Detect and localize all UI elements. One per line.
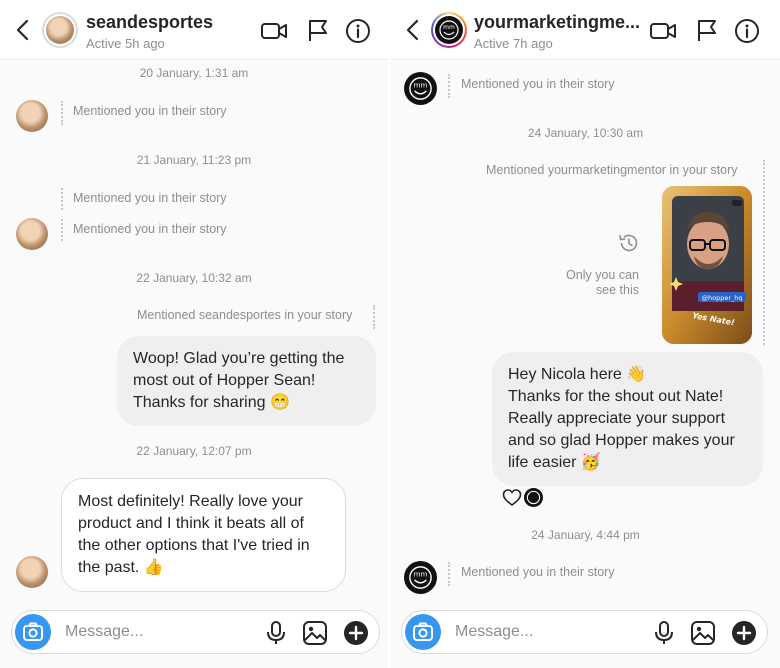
add-icon[interactable]	[731, 620, 757, 646]
timestamp: 20 January, 1:31 am	[139, 66, 249, 80]
gallery-icon[interactable]	[302, 620, 328, 646]
message-line: product and I think it beats all of	[78, 515, 304, 532]
message-line: the other options that I've tried in	[78, 537, 310, 554]
story-thumbnail[interactable]: @hopper_hq Yes Nate!	[662, 186, 752, 344]
avatar	[16, 218, 48, 250]
story-mention-text[interactable]: Mentioned you in their story	[461, 565, 615, 579]
outgoing-story-mention[interactable]: Mentioned seandesportes in your story	[137, 308, 352, 322]
svg-text:mm: mm	[414, 569, 428, 578]
mm-avatar-icon: mm	[404, 561, 437, 594]
info-icon[interactable]	[344, 18, 372, 44]
svg-text:mm: mm	[414, 80, 428, 89]
story-reply-line	[448, 74, 451, 98]
chat-header: mm yourmarketingme... Active 7h ago	[391, 0, 780, 60]
heart-reaction-icon[interactable]	[502, 488, 522, 507]
active-status: Active 7h ago	[474, 36, 553, 51]
private-note: see this	[595, 283, 639, 297]
sent-message-bubble[interactable]: Woop! Glad you’re getting the most out o…	[117, 336, 376, 426]
message-composer: Message...	[401, 610, 768, 654]
story-mention-text[interactable]: Mentioned you in their story	[461, 77, 615, 91]
message-line: the past. 👍	[78, 559, 164, 576]
timestamp: 21 January, 11:23 pm	[136, 153, 252, 167]
camera-icon	[23, 622, 43, 641]
reactor-avatar-icon	[524, 488, 543, 507]
message-line: most out of Hopper Sean!	[133, 372, 316, 389]
camera-icon	[413, 622, 433, 641]
message-line: and so glad Hopper makes your	[508, 432, 735, 449]
mm-logo-icon: mm	[435, 16, 463, 44]
message-input[interactable]: Message...	[455, 623, 533, 641]
message-line: Hey Nicola here 👋	[508, 366, 647, 383]
chat-title[interactable]: yourmarketingme...	[474, 12, 644, 33]
flag-icon[interactable]	[693, 18, 721, 44]
svg-text:mm: mm	[443, 24, 455, 31]
chat-title[interactable]: seandesportes	[86, 12, 236, 33]
mm-avatar-icon: mm	[404, 72, 437, 105]
video-call-icon[interactable]	[260, 18, 288, 44]
story-tag: @hopper_hq	[701, 294, 742, 302]
flag-icon[interactable]	[304, 18, 332, 44]
story-photo: @hopper_hq Yes Nate!	[662, 186, 752, 344]
story-reply-line	[373, 305, 376, 329]
message-line: Really appreciate your support	[508, 410, 726, 427]
chat-header: seandesportes Active 5h ago	[0, 0, 388, 60]
received-message-bubble[interactable]: Most definitely! Really love your produc…	[61, 478, 346, 592]
timestamp: 22 January, 10:32 am	[136, 271, 252, 285]
story-reply-line	[61, 188, 64, 210]
info-icon[interactable]	[733, 18, 761, 44]
camera-button[interactable]	[15, 614, 51, 650]
video-call-icon[interactable]	[649, 18, 677, 44]
story-mention-text[interactable]: Mentioned you in their story	[73, 191, 227, 205]
message-line: Thanks for the shout out Nate!	[508, 388, 724, 405]
story-reply-line	[448, 562, 451, 586]
story-mention-text[interactable]: Mentioned you in their story	[73, 222, 227, 236]
story-reply-line	[61, 219, 64, 241]
timestamp: 22 January, 12:07 pm	[136, 444, 252, 458]
message-line: Thanks for sharing 😁	[133, 394, 290, 411]
message-line: life easier 🥳	[508, 454, 601, 471]
story-mention-text[interactable]: Mentioned you in their story	[73, 104, 227, 118]
history-icon	[619, 234, 638, 252]
camera-button[interactable]	[405, 614, 441, 650]
message-line: Woop! Glad you’re getting the	[133, 350, 345, 367]
back-chevron-icon[interactable]	[403, 18, 423, 42]
message-composer: Message...	[11, 610, 380, 654]
timestamp: 24 January, 10:30 am	[527, 126, 644, 140]
avatar[interactable]	[42, 12, 78, 48]
active-status: Active 5h ago	[86, 36, 165, 51]
message-line: Most definitely! Really love your	[78, 493, 303, 510]
back-chevron-icon[interactable]	[13, 18, 33, 42]
gallery-icon[interactable]	[690, 620, 716, 646]
add-icon[interactable]	[343, 620, 369, 646]
timestamp: 24 January, 4:44 pm	[531, 528, 640, 542]
sent-message-bubble[interactable]: Hey Nicola here 👋 Thanks for the shout o…	[492, 352, 763, 486]
avatar	[16, 556, 48, 588]
private-note: Only you can	[566, 268, 639, 282]
outgoing-story-mention[interactable]: Mentioned yourmarketingmentor in your st…	[486, 163, 738, 177]
message-input[interactable]: Message...	[65, 623, 143, 641]
microphone-icon[interactable]	[263, 620, 289, 646]
story-reply-line	[763, 160, 766, 345]
avatar[interactable]: mm	[431, 12, 467, 48]
microphone-icon[interactable]	[651, 620, 677, 646]
avatar	[16, 100, 48, 132]
conversation-seandesportes: seandesportes Active 5h ago 20 January, …	[0, 0, 388, 668]
story-reply-line	[61, 101, 64, 125]
